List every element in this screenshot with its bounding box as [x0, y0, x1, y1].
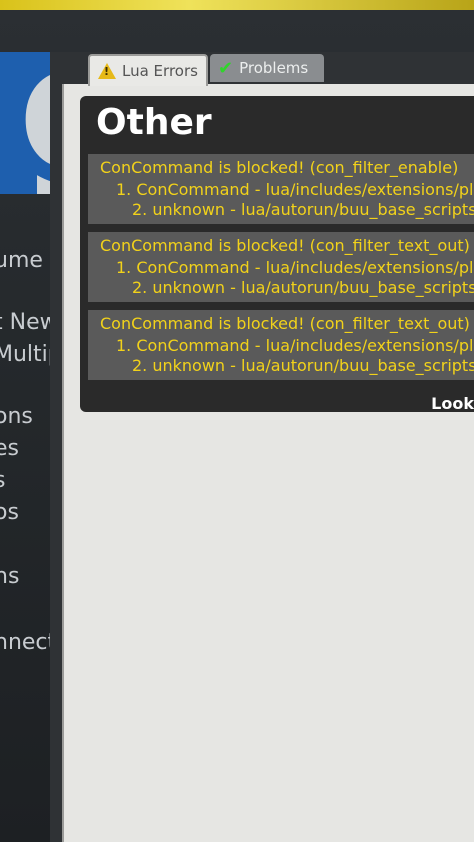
error-entry[interactable]: ConCommand is blocked! (con_filter_text_…	[88, 232, 474, 302]
look-button[interactable]: Look	[431, 394, 474, 412]
error-stack-line: 1. ConCommand - lua/includes/extensions/…	[116, 258, 474, 277]
error-stack-line: 1. ConCommand - lua/includes/extensions/…	[116, 180, 474, 199]
menu-item-saves[interactable]: es	[0, 436, 19, 461]
menu-item-addons[interactable]: ons	[0, 404, 33, 429]
menu-item-dupes[interactable]: s	[0, 468, 5, 493]
error-entry[interactable]: ConCommand is blocked! (con_filter_text_…	[88, 310, 474, 380]
error-group-title: Other	[96, 102, 212, 143]
error-stack-line: 2. unknown - lua/autorun/buu_base_script…	[132, 278, 474, 297]
menu-item-demos[interactable]: os	[0, 500, 19, 525]
top-highlight-strip	[0, 0, 474, 10]
tab-lua-errors-label: Lua Errors	[122, 62, 198, 80]
tab-lua-errors[interactable]: Lua Errors	[88, 54, 208, 86]
error-group-panel: Other ConCommand is blocked! (con_filter…	[80, 96, 474, 412]
error-entry[interactable]: ConCommand is blocked! (con_filter_enabl…	[88, 154, 474, 224]
warning-icon	[98, 63, 116, 79]
menu-item-disconnect[interactable]: nnect	[0, 630, 56, 655]
error-stack-line: 2. unknown - lua/autorun/buu_base_script…	[132, 200, 474, 219]
tab-problems[interactable]: ✔ Problems	[210, 54, 324, 82]
error-entry-title: ConCommand is blocked! (con_filter_text_…	[100, 314, 470, 333]
menu-item-options[interactable]: ns	[0, 564, 19, 589]
error-stack-line: 1. ConCommand - lua/includes/extensions/…	[116, 336, 474, 355]
error-entry-title: ConCommand is blocked! (con_filter_enabl…	[100, 158, 459, 177]
tab-problems-label: Problems	[239, 59, 309, 77]
check-icon: ✔	[218, 57, 234, 79]
error-stack-line: 2. unknown - lua/autorun/buu_base_script…	[132, 356, 474, 375]
error-entry-title: ConCommand is blocked! (con_filter_text_…	[100, 236, 470, 255]
